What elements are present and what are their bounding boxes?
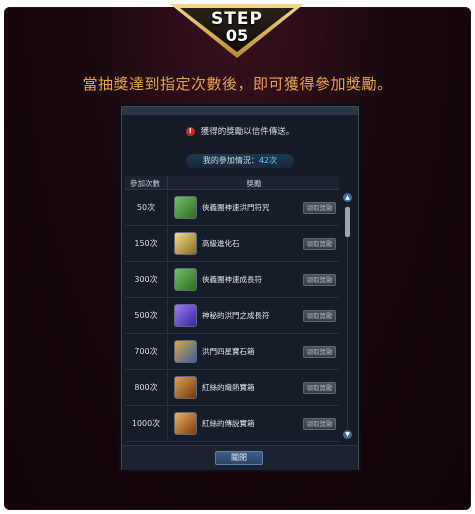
green-talisman-icon <box>174 268 197 291</box>
purple-talisman-icon <box>174 304 197 327</box>
row-times: 150次 <box>134 239 158 248</box>
dialog-titlebar <box>122 107 358 115</box>
table-row: 300次 俠義團神速成長符 領取獎勵 <box>125 263 339 298</box>
participation-count: 我的參加情況：42次 <box>186 154 294 168</box>
dialog-footer: 關閉 <box>122 445 358 470</box>
scroll-track[interactable] <box>347 204 348 428</box>
warning-icon: ! <box>185 127 195 136</box>
table-row: 50次 俠義團神速洪門符咒 領取獎勵 <box>125 191 339 226</box>
row-reward: 紅絲的熾熱寶箱 <box>202 383 255 392</box>
notice-line: ! 獲得的獎勵以信件傳送。 <box>122 125 358 137</box>
row-reward: 神秘的洪門之成長符 <box>202 311 270 320</box>
row-times: 700次 <box>134 347 158 356</box>
claim-button[interactable]: 領取獎勵 <box>303 238 336 250</box>
column-reward: 獎勵 <box>246 179 262 188</box>
claim-button[interactable]: 領取獎勵 <box>303 310 336 322</box>
step-badge: STEP 05 <box>168 0 306 60</box>
notice-text: 獲得的獎勵以信件傳送。 <box>200 127 295 137</box>
row-reward: 洪門四星寶石箱 <box>202 347 255 356</box>
claim-button[interactable]: 領取獎勵 <box>303 382 336 394</box>
page-headline: 當抽獎達到指定次數後，即可獲得參加獎勵。 <box>82 75 393 93</box>
row-reward: 紅絲的傳說寶箱 <box>202 419 255 428</box>
header-divider <box>167 176 168 189</box>
row-divider <box>167 335 168 369</box>
table-row: 1000次 紅絲的傳說寶箱 領取獎勵 <box>125 407 339 442</box>
table-row: 150次 高級進化石 領取獎勵 <box>125 227 339 262</box>
row-divider <box>167 371 168 405</box>
gold-stone-icon <box>174 232 197 255</box>
row-times: 50次 <box>136 203 156 212</box>
treasure-chest-icon <box>174 412 197 435</box>
scrollbar[interactable]: ▲ ▼ <box>343 193 352 439</box>
row-reward: 俠義團神速成長符 <box>202 275 262 284</box>
table-row: 500次 神秘的洪門之成長符 領取獎勵 <box>125 299 339 334</box>
claim-button[interactable]: 領取獎勵 <box>303 202 336 214</box>
row-divider <box>167 263 168 297</box>
table-row: 700次 洪門四星寶石箱 領取獎勵 <box>125 335 339 370</box>
row-reward: 俠義團神速洪門符咒 <box>202 203 270 212</box>
claim-button[interactable]: 領取獎勵 <box>303 274 336 286</box>
reward-dialog: ! 獲得的獎勵以信件傳送。 我的參加情況：42次 參加次數 獎勵 50次 俠義團神… <box>121 106 359 470</box>
column-times: 參加次數 <box>130 179 160 188</box>
scroll-up-icon[interactable]: ▲ <box>343 193 352 202</box>
scroll-thumb[interactable] <box>345 207 350 237</box>
scroll-down-icon[interactable]: ▼ <box>343 430 352 439</box>
step-number: 05 <box>225 26 249 45</box>
green-talisman-icon <box>174 196 197 219</box>
row-times: 500次 <box>134 311 158 320</box>
row-divider <box>167 191 168 225</box>
row-divider <box>167 299 168 333</box>
claim-button[interactable]: 領取獎勵 <box>303 346 336 358</box>
row-times: 300次 <box>134 275 158 284</box>
claim-button[interactable]: 領取獎勵 <box>303 418 336 430</box>
row-divider <box>167 227 168 261</box>
table-header: 參加次數 獎勵 <box>125 176 339 190</box>
treasure-chest-icon <box>174 376 197 399</box>
gem-box-icon <box>174 340 197 363</box>
table-row: 800次 紅絲的熾熱寶箱 領取獎勵 <box>125 371 339 406</box>
row-divider <box>167 407 168 441</box>
row-reward: 高級進化石 <box>202 239 240 248</box>
participation-value: 42次 <box>258 156 278 165</box>
participation-label: 我的參加情況： <box>202 156 259 165</box>
close-button[interactable]: 關閉 <box>215 451 263 465</box>
row-times: 800次 <box>134 383 158 392</box>
row-times: 1000次 <box>131 419 161 428</box>
